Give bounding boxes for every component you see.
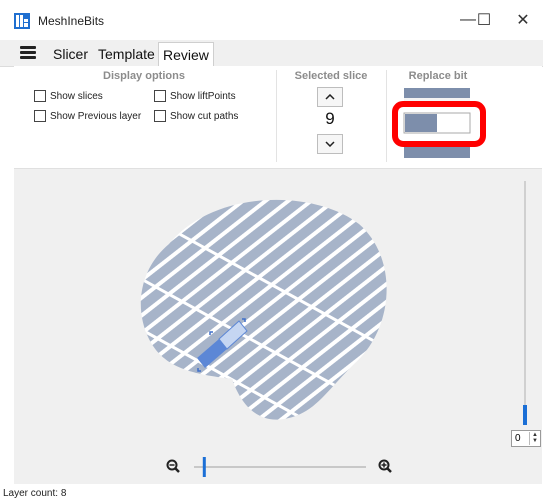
zoom-slider-thumb[interactable] <box>202 457 206 477</box>
slice-up-button[interactable] <box>317 87 343 107</box>
show-slices-checkbox[interactable]: Show slices <box>34 90 103 102</box>
tab-bar: Slicer Template Review <box>0 40 543 68</box>
maximize-button[interactable]: ☐ <box>462 6 506 34</box>
checkbox-box[interactable] <box>34 110 46 122</box>
app-icon <box>14 13 30 29</box>
checkbox-box[interactable] <box>154 90 166 102</box>
status-bar: Layer count: 8 <box>0 484 543 503</box>
show-cut-paths-label: Show cut paths <box>170 110 239 122</box>
slice-down-button[interactable] <box>317 134 343 154</box>
show-liftpoints-label: Show liftPoints <box>170 90 236 102</box>
layer-count-text: Layer count: 8 <box>3 488 67 499</box>
layer-view <box>140 181 527 477</box>
chevron-down-icon <box>325 141 335 147</box>
selected-slice-value: 9 <box>325 109 335 128</box>
zoom-in-icon[interactable] <box>378 459 392 473</box>
replace-bit-half-fill <box>405 114 437 132</box>
ribbon-separator <box>386 70 387 162</box>
replace-bit-option-full[interactable] <box>404 88 470 98</box>
checkbox-box[interactable] <box>154 110 166 122</box>
window-title: MeshInеBits <box>38 14 105 28</box>
selected-slice-title: Selected slice <box>294 70 368 82</box>
show-cut-paths-checkbox[interactable]: Show cut paths <box>154 110 238 122</box>
layer-slider-thumb[interactable] <box>523 405 527 425</box>
display-options-title: Display options <box>103 70 185 82</box>
layer-canvas[interactable] <box>14 169 542 484</box>
show-slices-label: Show slices <box>50 90 103 102</box>
tab-slicer[interactable]: Slicer <box>49 44 92 66</box>
stepper-arrows[interactable]: ▲ ▼ <box>529 432 540 445</box>
ribbon-separator <box>276 70 277 162</box>
review-ribbon: Display options Show slices Show liftPoi… <box>14 66 542 169</box>
layer-number-stepper[interactable]: 0 ▲ ▼ <box>511 430 541 447</box>
show-liftpoints-checkbox[interactable]: Show liftPoints <box>154 90 236 102</box>
close-button[interactable]: ✕ <box>501 6 543 34</box>
show-previous-layer-checkbox[interactable]: Show Previous layer <box>34 110 141 122</box>
layer-number-value: 0 <box>515 433 521 444</box>
show-previous-layer-label: Show Previous layer <box>50 110 142 122</box>
layer-bits[interactable] <box>140 199 387 420</box>
hamburger-menu-icon[interactable] <box>20 46 36 60</box>
checkbox-box[interactable] <box>34 90 46 102</box>
chevron-up-icon <box>325 94 335 100</box>
replace-bit-option-bottom[interactable] <box>404 146 470 158</box>
tab-review[interactable]: Review <box>158 42 214 68</box>
tab-template[interactable]: Template <box>94 44 159 66</box>
chevron-down-icon[interactable]: ▼ <box>530 438 540 444</box>
title-bar: MeshInеBits — ☐ ✕ <box>0 0 543 40</box>
replace-bit-title: Replace bit <box>408 70 468 82</box>
zoom-out-icon[interactable] <box>166 459 180 473</box>
replace-bit-options <box>392 88 486 158</box>
